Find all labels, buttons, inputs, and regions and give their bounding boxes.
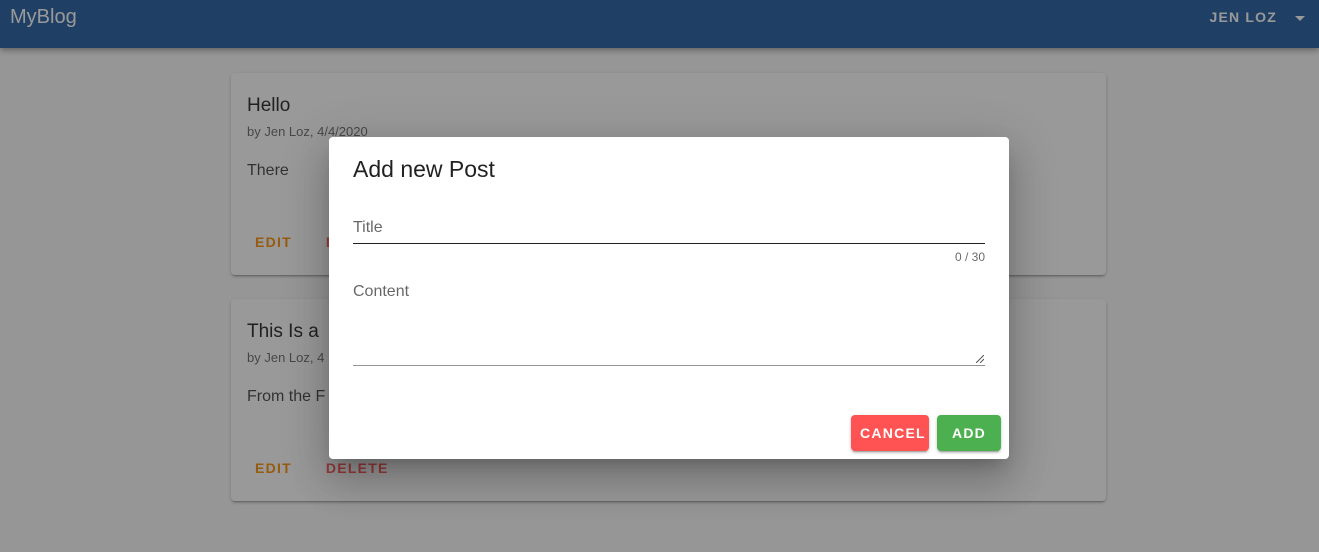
title-char-counter: 0 / 30 <box>954 250 985 264</box>
add-button[interactable]: ADD <box>937 415 1001 451</box>
content-textarea[interactable] <box>353 283 985 365</box>
dialog-title: Add new Post <box>353 156 495 182</box>
title-input[interactable] <box>353 213 985 243</box>
dialog-actions: CANCEL ADD <box>851 415 1001 451</box>
title-field <box>353 213 985 244</box>
add-post-dialog: Add new Post 0 / 30 CANCEL ADD <box>329 137 1009 459</box>
content-field <box>353 283 985 366</box>
cancel-button[interactable]: CANCEL <box>851 415 929 451</box>
resize-handle-icon[interactable] <box>976 355 984 363</box>
